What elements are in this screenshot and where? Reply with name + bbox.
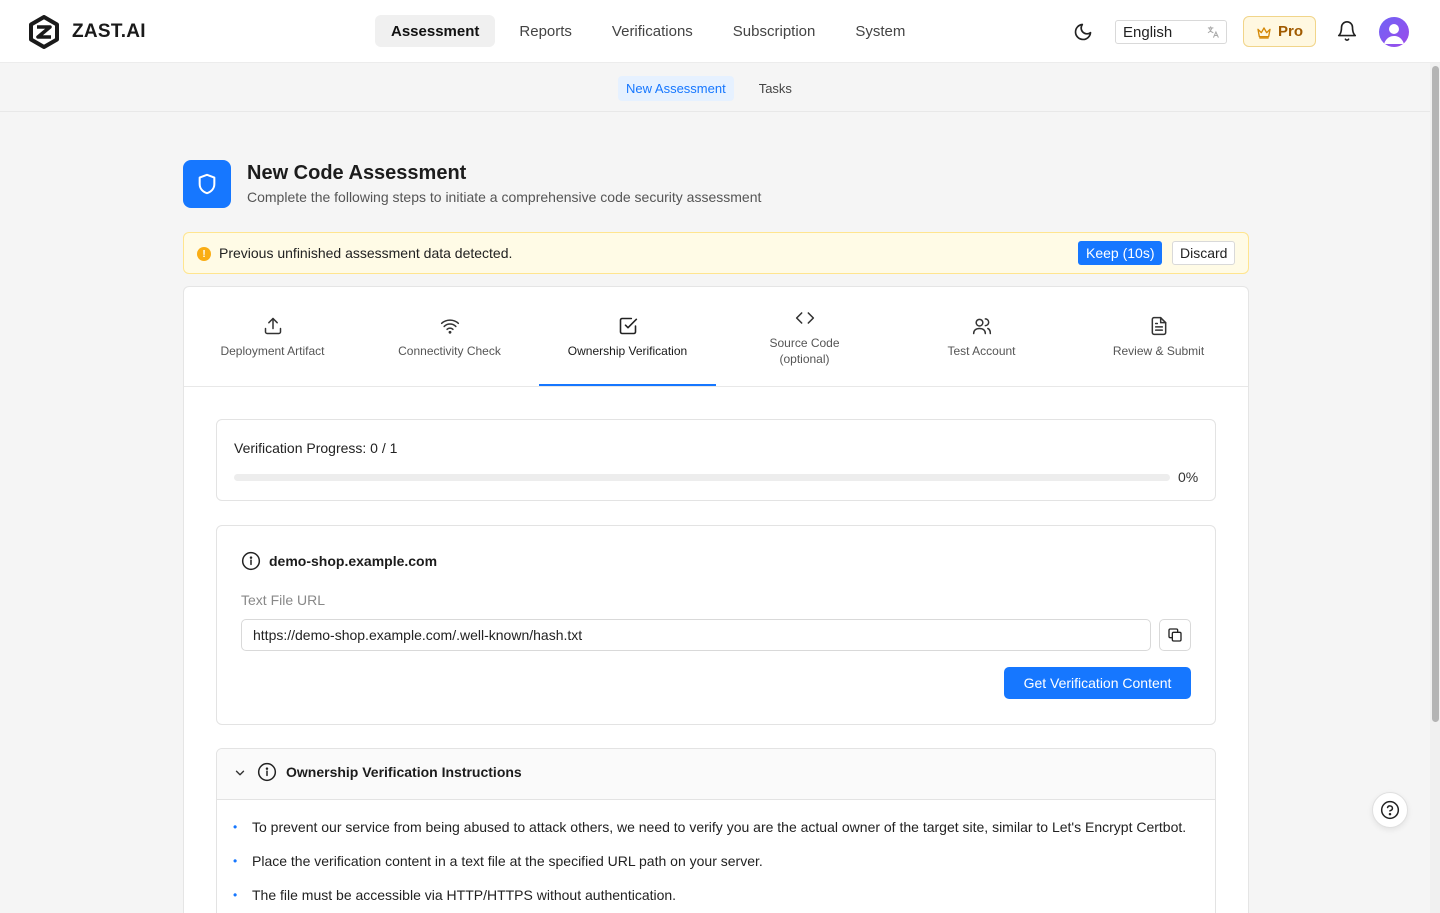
alert-message: Previous unfinished assessment data dete… (219, 245, 513, 261)
list-item: To prevent our service from being abused… (233, 816, 1193, 838)
step-label: Ownership Verification (567, 343, 688, 358)
list-item: Place the verification content in a text… (233, 850, 1193, 872)
info-icon (257, 762, 277, 782)
nav-system[interactable]: System (839, 15, 921, 47)
logo[interactable]: ZAST.AI (28, 15, 146, 49)
document-icon (1151, 316, 1166, 335)
moon-icon (1074, 23, 1092, 41)
notifications-button[interactable] (1336, 20, 1358, 47)
nav-assessment[interactable]: Assessment (375, 15, 496, 47)
help-button[interactable] (1372, 792, 1408, 828)
user-icon (1384, 24, 1404, 44)
discard-button[interactable]: Discard (1172, 241, 1236, 265)
text-file-url-label: Text File URL (241, 592, 326, 608)
step-deployment-artifact[interactable]: Deployment Artifact (184, 287, 361, 387)
zast-logo-icon (29, 15, 59, 49)
active-step-indicator (539, 384, 716, 386)
wifi-icon (440, 318, 459, 334)
nav-verifications[interactable]: Verifications (596, 15, 709, 47)
users-icon (972, 317, 991, 334)
brand-name: ZAST.AI (72, 21, 146, 42)
progress-label: Verification Progress: 0 / 1 (234, 440, 398, 456)
get-verification-content-button[interactable]: Get Verification Content (1004, 667, 1191, 699)
instructions-panel: Ownership Verification Instructions To p… (216, 748, 1216, 913)
progress-bar (234, 474, 1170, 481)
step-connectivity-check[interactable]: Connectivity Check (361, 287, 538, 387)
page-title: New Code Assessment (247, 162, 467, 184)
bell-icon (1337, 21, 1357, 41)
wizard-steps: Deployment Artifact Connectivity Check O… (184, 287, 1248, 387)
domain-name: demo-shop.example.com (269, 553, 438, 569)
scrollbar-thumb[interactable] (1432, 66, 1439, 722)
step-test-account[interactable]: Test Account (893, 287, 1070, 387)
check-square-icon (619, 317, 637, 334)
warning-icon: ! (197, 247, 211, 261)
page-subtitle: Complete the following steps to initiate… (247, 189, 762, 205)
main-nav: Assessment Reports Verifications Subscri… (375, 15, 921, 47)
chevron-down-icon[interactable] (233, 766, 247, 780)
plan-label: Pro (1277, 23, 1303, 40)
instructions-list: To prevent our service from being abused… (233, 816, 1193, 913)
language-value: English (1123, 23, 1173, 41)
unfinished-data-alert: ! Previous unfinished assessment data de… (183, 232, 1249, 274)
step-label: Source Code (optional) (769, 335, 840, 366)
domain-heading: demo-shop.example.com (241, 551, 437, 571)
assessment-wizard-card: Deployment Artifact Connectivity Check O… (183, 286, 1249, 913)
sub-navigation-bar: New Assessment Tasks (0, 63, 1430, 112)
shield-icon (198, 173, 216, 195)
step-ownership-verification[interactable]: Ownership Verification (539, 287, 716, 387)
progress-percent: 0% (1178, 469, 1199, 485)
nav-reports[interactable]: Reports (503, 15, 588, 47)
language-select[interactable]: English (1115, 20, 1227, 44)
step-label: Deployment Artifact (220, 343, 325, 358)
instructions-title: Ownership Verification Instructions (257, 762, 522, 782)
text-file-url-input[interactable] (241, 619, 1151, 651)
copy-icon (1168, 628, 1182, 642)
domain-verification-panel: demo-shop.example.com Text File URL Get … (216, 525, 1216, 725)
page-header-icon (183, 160, 231, 208)
list-item: The file must be accessible via HTTP/HTT… (233, 884, 1193, 906)
step-review-submit[interactable]: Review & Submit (1070, 287, 1247, 387)
top-navigation-bar: ZAST.AI Assessment Reports Verifications… (0, 0, 1440, 63)
theme-toggle-button[interactable] (1070, 19, 1096, 45)
step-label: Connectivity Check (398, 343, 501, 358)
keep-button[interactable]: Keep (10s) (1078, 241, 1163, 265)
step-label: Review & Submit (1112, 343, 1205, 358)
step-label: Test Account (947, 343, 1016, 358)
instructions-title-text: Ownership Verification Instructions (286, 764, 522, 780)
subnav-new-assessment[interactable]: New Assessment (618, 76, 734, 101)
instructions-header[interactable]: Ownership Verification Instructions (217, 749, 1215, 800)
subnav-tasks[interactable]: Tasks (751, 76, 800, 101)
nav-subscription[interactable]: Subscription (717, 15, 832, 47)
pro-plan-badge[interactable]: Pro (1243, 16, 1316, 47)
verification-progress-panel: Verification Progress: 0 / 1 0% (216, 419, 1216, 501)
sub-nav: New Assessment Tasks (618, 76, 800, 101)
translate-icon (1207, 26, 1219, 38)
copy-url-button[interactable] (1159, 619, 1191, 651)
step-source-code[interactable]: Source Code (optional) (716, 287, 893, 387)
code-icon (795, 311, 814, 324)
crown-icon (1257, 26, 1271, 39)
upload-icon (264, 317, 281, 334)
info-icon (241, 551, 261, 571)
user-avatar[interactable] (1379, 17, 1409, 47)
help-icon (1380, 800, 1400, 820)
